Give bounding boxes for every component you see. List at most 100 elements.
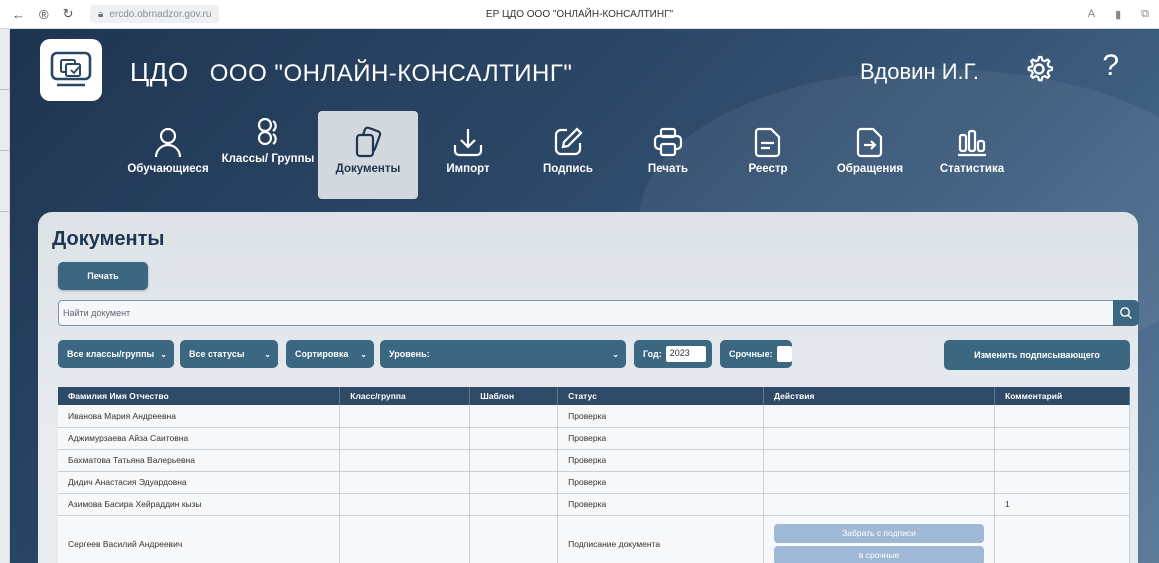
tab-documents[interactable]: Документы	[318, 111, 418, 199]
group-icon	[257, 117, 277, 146]
cell-group	[339, 471, 471, 494]
page-title: Документы	[52, 228, 165, 250]
column-header[interactable]: Шаблон	[469, 387, 559, 405]
info-icon[interactable]: ®	[39, 7, 49, 22]
search-input[interactable]: Найти документ	[58, 300, 1121, 326]
tab-label: Печать	[647, 163, 689, 175]
print-button[interactable]: Печать	[58, 262, 148, 290]
person-icon	[154, 127, 182, 158]
change-signer-button[interactable]: Изменить подписывающего	[944, 340, 1130, 370]
table-header-row: Фамилия Имя Отчество Класс/группа Шаблон…	[58, 387, 1130, 405]
column-header[interactable]: Класс/группа	[339, 387, 471, 405]
cell-template	[469, 515, 559, 563]
tab-label: Статистика	[939, 163, 1005, 175]
cell-actions	[763, 449, 996, 472]
tab-label: Документы	[335, 163, 401, 175]
cell-template	[469, 427, 559, 450]
cell-group	[339, 515, 471, 563]
cell-status: Проверка	[557, 449, 765, 472]
table-row[interactable]: Сергеев Василий Андреевич Подписание док…	[58, 515, 1130, 563]
statuses-dropdown[interactable]: Все статусы ⌄	[180, 340, 278, 368]
user-name[interactable]: Вдовин И.Г.	[860, 59, 979, 85]
help-icon[interactable]: ?	[1102, 49, 1119, 83]
urgent-label: Срочные:	[729, 349, 773, 359]
classes-dropdown[interactable]: Все классы/группы ⌄	[58, 340, 174, 368]
column-header[interactable]: Статус	[557, 387, 765, 405]
url-text: ercdo.obrnadzor.gov.ru	[109, 8, 212, 20]
sort-dropdown[interactable]: Сортировка ⌄	[286, 340, 374, 368]
cell-template	[469, 493, 559, 516]
tab-print[interactable]: Печать	[618, 111, 718, 199]
table-row[interactable]: Азимова Басира Хейраддин кызы Проверка 1	[58, 493, 1130, 516]
level-dropdown[interactable]: Уровень: ⌄	[380, 340, 626, 368]
tab-registry[interactable]: Реестр	[718, 111, 818, 199]
documents-icon	[355, 126, 382, 158]
settings-gear-icon[interactable]	[1019, 49, 1059, 89]
registry-icon	[754, 127, 781, 158]
reload-icon[interactable]: ↻	[63, 6, 74, 22]
chevron-down-icon: ⌄	[360, 349, 367, 359]
browser-toolbar: ← ® ↻ 🔒︎ ercdo.obrnadzor.gov.ru ЕР ЦДО О…	[0, 0, 1159, 29]
printer-icon	[653, 127, 683, 157]
address-bar[interactable]: 🔒︎ ercdo.obrnadzor.gov.ru	[90, 5, 220, 23]
column-header[interactable]: Действия	[763, 387, 996, 405]
year-input[interactable]: 2023	[665, 346, 706, 362]
year-filter: Год: 2023	[634, 340, 712, 368]
appeal-icon	[856, 127, 883, 158]
table-row[interactable]: Бахматова Татьяна Валерьевна Проверка	[58, 449, 1130, 472]
tab-label: Подпись	[543, 163, 593, 175]
cell-comment	[994, 427, 1130, 450]
withdraw-from-signing-button[interactable]: Забрать с подписи	[774, 523, 985, 543]
cell-status: Проверка	[557, 427, 765, 450]
cell-comment	[994, 471, 1130, 494]
collections-icon[interactable]: ⧉	[1141, 8, 1149, 21]
cell-comment	[994, 449, 1130, 472]
cell-actions	[763, 405, 996, 428]
cell-name: Сергеев Василий Андреевич	[58, 515, 341, 563]
tab-statistics[interactable]: Статистика	[922, 111, 1022, 199]
dropdown-label: Все статусы	[189, 349, 245, 359]
move-to-urgent-button[interactable]: в срочные	[774, 545, 985, 563]
cell-actions	[763, 427, 996, 450]
chevron-down-icon: ⌄	[612, 349, 619, 359]
cell-status: Подписание документа	[557, 515, 765, 563]
tab-appeals[interactable]: Обращения	[818, 111, 922, 199]
table-row[interactable]: Иванова Мария Андреевна Проверка	[58, 405, 1130, 428]
cell-group	[339, 427, 471, 450]
urgent-filter: Срочные:	[720, 340, 792, 368]
cell-actions	[763, 493, 996, 516]
table-row[interactable]: Дидич Анастасия Эдуардовна Проверка	[58, 471, 1130, 494]
import-icon	[453, 129, 483, 157]
tab-classes-groups[interactable]: Классы/ Группы	[218, 111, 318, 199]
column-header[interactable]: Фамилия Имя Отчество	[58, 387, 341, 405]
documents-panel: Документы Печать Найти документ Все клас…	[38, 212, 1139, 563]
urgent-checkbox[interactable]	[776, 346, 792, 362]
tab-students[interactable]: Обучающиеся	[118, 111, 218, 199]
dropdown-label: Сортировка	[295, 349, 349, 359]
tab-label: Импорт	[446, 163, 490, 175]
app-window: ЦДО ООО "ОНЛАЙН-КОНСАЛТИНГ" Вдовин И.Г. …	[10, 29, 1159, 563]
cell-group	[339, 405, 471, 428]
cell-comment	[994, 515, 1130, 563]
back-icon[interactable]: ←	[12, 7, 25, 22]
search-button[interactable]	[1113, 300, 1139, 326]
bookmark-icon[interactable]: ▮	[1115, 8, 1121, 21]
app-logo[interactable]	[40, 39, 102, 101]
table-row[interactable]: Аджимурзаева Айза Саитовна Проверка	[58, 427, 1130, 450]
read-aloud-icon[interactable]: A	[1088, 8, 1095, 21]
stats-icon	[958, 129, 986, 157]
tab-sign[interactable]: Подпись	[518, 111, 618, 199]
cell-name: Аджимурзаева Айза Саитовна	[58, 427, 341, 450]
cell-template	[469, 405, 559, 428]
tab-label: Реестр	[748, 163, 788, 175]
cell-status: Проверка	[557, 405, 765, 428]
cell-name: Бахматова Татьяна Валерьевна	[58, 449, 341, 472]
search-icon	[1120, 307, 1132, 319]
organization-name: ООО "ОНЛАЙН-КОНСАЛТИНГ"	[209, 60, 573, 87]
cell-actions: Забрать с подписи в срочные	[763, 515, 996, 563]
column-header[interactable]: Комментарий	[994, 387, 1130, 405]
dropdown-label: Все классы/группы	[67, 349, 155, 359]
tab-label: Обучающиеся	[127, 163, 209, 175]
tab-import[interactable]: Импорт	[418, 111, 518, 199]
chevron-down-icon: ⌄	[264, 349, 271, 359]
